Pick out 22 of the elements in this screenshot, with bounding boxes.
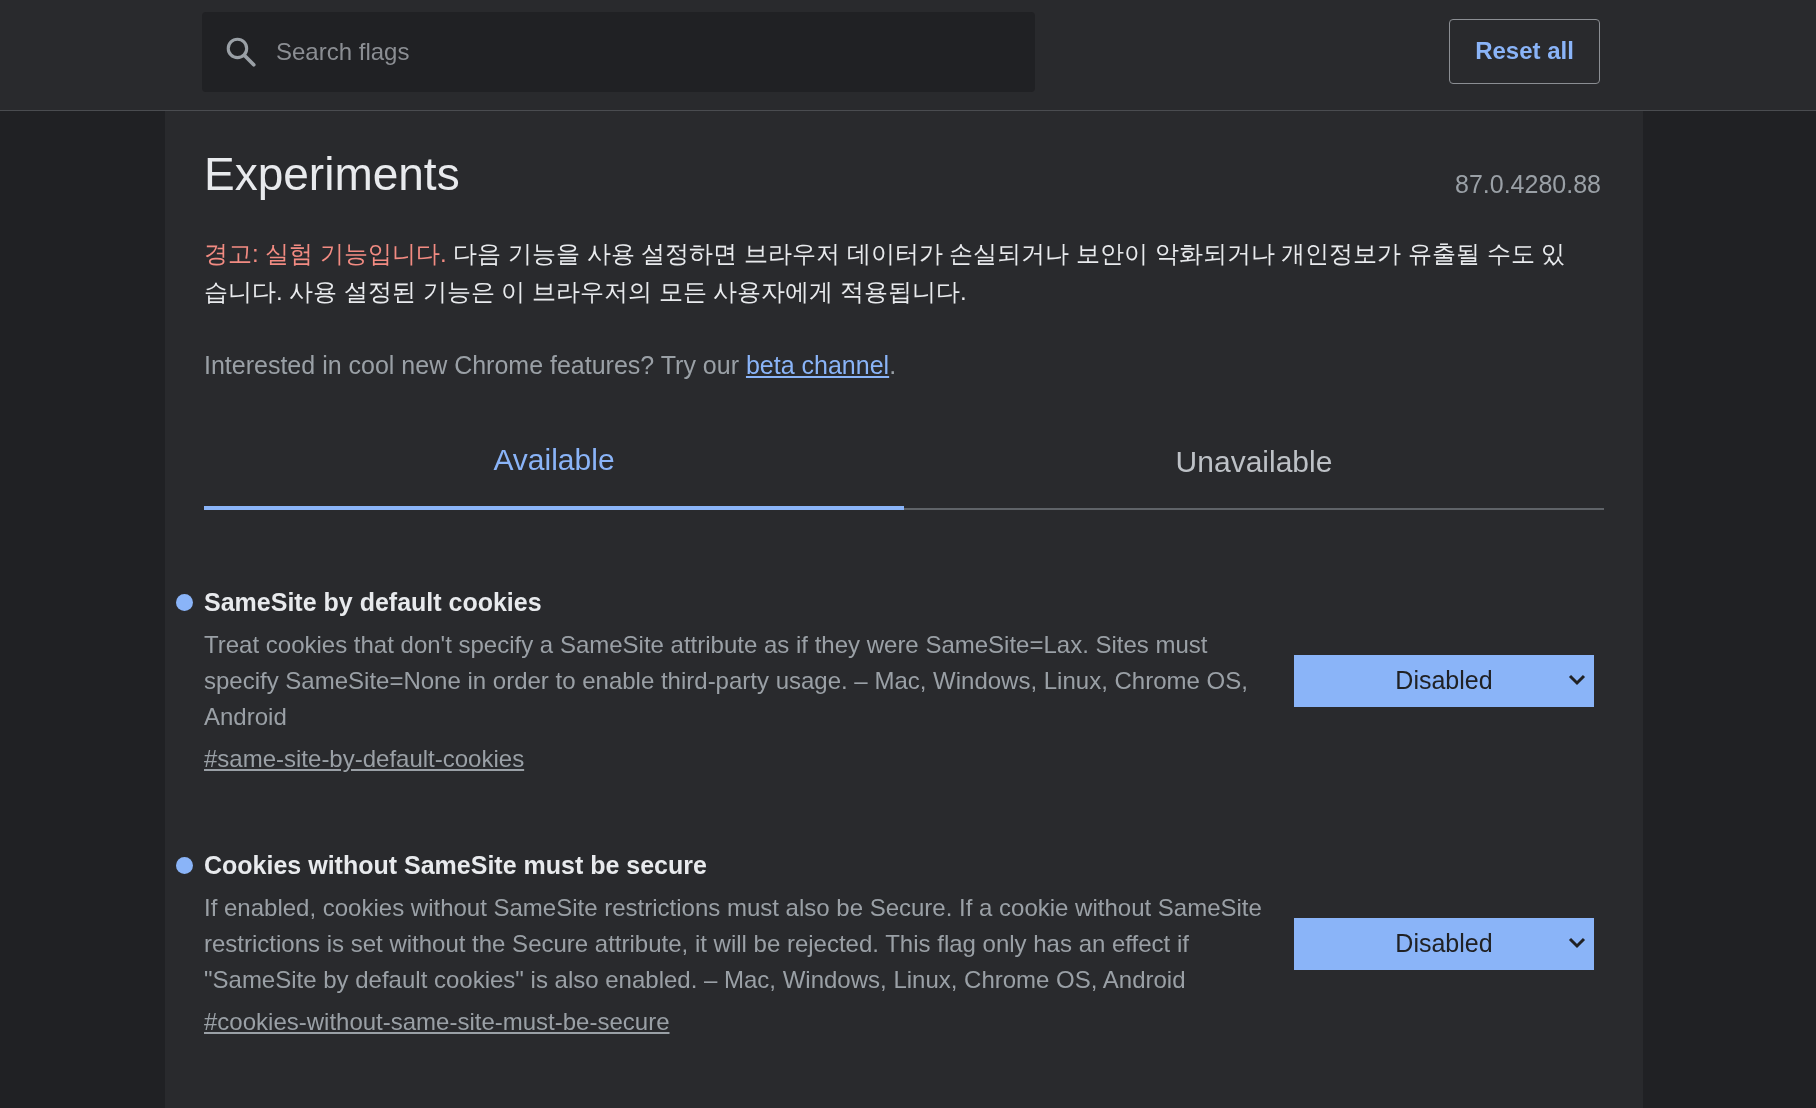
dot-icon xyxy=(176,594,193,611)
flag-link[interactable]: #same-site-by-default-cookies xyxy=(204,745,525,773)
search-icon xyxy=(224,35,258,69)
reset-all-button[interactable]: Reset all xyxy=(1449,18,1600,84)
warning-text: 경고: 실험 기능입니다. 다음 기능을 사용 설정하면 브라우저 데이터가 손실되거나 보안이 악화되거나 개인정보가 유출될 수도 있습니다. 사용 설정된 기능은 이 브라우저의 모든 사용자에게 적용됩니다. xyxy=(204,239,1567,307)
promo-text: Interested in cool new Chrome features? Try our beta channel. xyxy=(204,351,898,380)
beta-channel-link[interactable]: beta channel xyxy=(745,351,890,379)
dot-icon xyxy=(176,857,193,874)
flag-link[interactable]: #cookies-without-same-site-must-be-secure xyxy=(204,1008,670,1036)
tab[interactable]: Unavailable xyxy=(904,420,1604,510)
page-title: Experiments xyxy=(204,147,460,201)
flag-description: Treat cookies that don't specify a SameSite attribute as if they were SameSite=Lax. Sites must specify SameSite=None in order to enable third-party usage. – Mac, Windows, Linux, Chrome OS, Android xyxy=(204,630,1249,732)
tab[interactable]: Available xyxy=(204,420,904,510)
version-number: 87.0.4280.88 xyxy=(1455,170,1601,199)
search-field[interactable]: Search flags xyxy=(202,12,1035,92)
chevron-down-icon xyxy=(1568,935,1586,950)
flag-title: SameSite by default cookies xyxy=(204,588,542,617)
flag-title: Cookies without SameSite must be secure xyxy=(204,851,707,880)
flag-dropdown[interactable]: Disabled xyxy=(1294,917,1594,970)
flag-description: If enabled, cookies without SameSite restrictions must also be Secure. If a cookie without SameSite restrictions is set without the Secure attribute, it will be rejected. This flag only has an effect if "SameSite by default cookies" is also enabled. – Mac, Windows, Linux, Chrome OS, Android xyxy=(204,893,1263,995)
flag-dropdown[interactable]: Disabled xyxy=(1294,654,1594,707)
chevron-down-icon xyxy=(1568,672,1586,687)
